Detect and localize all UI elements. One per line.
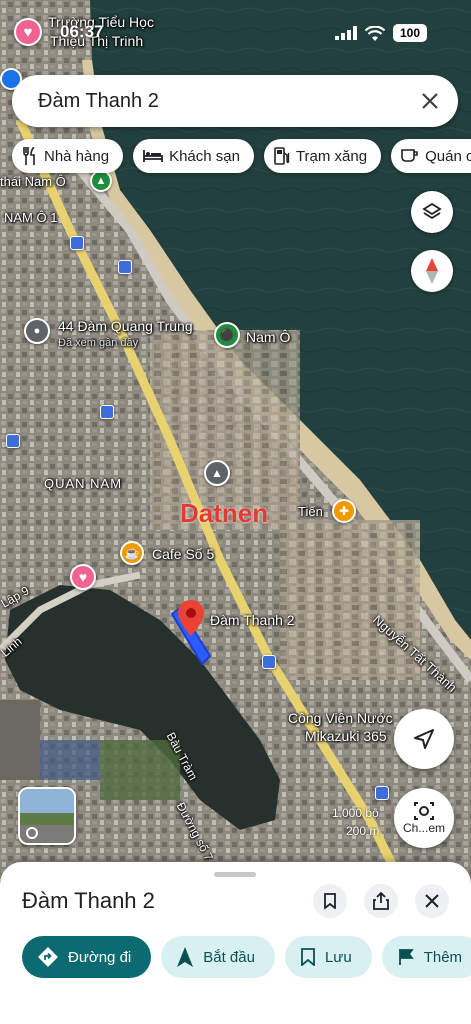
layers-button[interactable] [411,191,453,233]
gas-station-icon [274,147,290,165]
status-time: 06:37 [60,22,104,41]
map-label-dam-quang-trung[interactable]: 44 Đàm Quang Trung [58,318,193,334]
bookmark-icon [324,893,336,909]
camera-label: Ch...em [402,821,445,835]
save-bookmark-button[interactable] [313,884,347,918]
map-label-cafe[interactable]: Cafe Số 5 [152,546,214,562]
location-pin-icon[interactable] [178,600,204,636]
camera-icon [414,802,434,820]
restaurant-icon [23,147,35,165]
chip-hotels[interactable]: Khách sạn [133,139,254,173]
chip-restaurants[interactable]: Nhà hàng [12,139,124,173]
bus-stop-icon[interactable] [375,786,389,800]
status-bar: 06:37 100 [0,0,471,70]
save-label: Lưu [324,948,352,966]
map-label-cong-vien[interactable]: Công Viên Nước [288,710,393,726]
chip-gas-stations[interactable]: Trạm xăng [263,139,382,173]
bus-stop-icon[interactable] [70,236,84,250]
hotel-icon [143,150,163,162]
scale-top: 1.000 bộ [332,806,379,820]
street-view-image [20,789,74,843]
watermark-datnen: Datnen [180,498,269,528]
restaurant-icon[interactable]: ✚ [332,499,356,523]
directions-button[interactable]: Đường đi [22,936,152,978]
compass-button[interactable] [411,250,453,292]
school-icon[interactable]: ▲ [204,460,230,486]
search-bar[interactable]: Đàm Thanh 2 [12,75,458,127]
map-label-viewed: Đã xem gần đây [58,337,139,349]
share-icon [373,892,389,910]
layers-icon [422,202,442,220]
chip-label: Nhà hàng [44,147,110,165]
street-view-thumbnail[interactable] [18,787,76,845]
drag-handle[interactable] [214,872,256,877]
directions-label: Đường đi [68,948,132,966]
flag-icon [398,949,414,965]
more-label: Thêm [423,948,463,966]
bookmark-icon [301,948,315,966]
start-button[interactable]: Bắt đầu [161,936,275,978]
navigation-arrow-icon [414,729,434,749]
map-label-quan-nam: QUAN NAM [44,476,123,491]
close-sheet-button[interactable] [415,884,449,918]
map-label-pin: Đàm Thanh 2 [210,612,295,628]
map-label-nam-o-1: NAM Ô 1 [4,210,58,225]
start-label: Bắt đầu [203,948,255,966]
more-button[interactable]: Thêm [381,936,471,978]
scale-bottom: 200 m [346,824,380,838]
bus-stop-icon[interactable] [262,655,276,669]
map-label-tien[interactable]: Tiến [298,504,323,519]
signal-icon [335,26,357,40]
cafe-icon [401,149,418,162]
bus-stop-icon[interactable] [118,260,132,274]
category-chips: Nhà hàng Khách sạn Trạm xăng Quán c [12,139,471,173]
compass-icon [426,258,438,284]
hiking-icon[interactable]: ⚫ [214,322,240,348]
status-icons: 100 [335,24,427,42]
action-buttons: Đường đi Bắt đầu Lưu Thêm [22,936,471,978]
share-button[interactable] [364,884,398,918]
directions-icon [38,947,58,967]
chip-cafes[interactable]: Quán c [391,139,471,173]
close-icon[interactable] [408,79,452,123]
chip-label: Khách sạn [169,147,240,165]
bus-stop-icon[interactable] [100,405,114,419]
camera-search-button[interactable]: Ch...em [394,788,454,848]
map-scale: 1.000 bộ 200 m [308,806,379,838]
cafe-icon[interactable]: ☕ [120,541,144,565]
bus-stop-icon[interactable] [6,434,20,448]
search-input[interactable]: Đàm Thanh 2 [38,90,408,113]
map-label-sinh-thai: thái Nam Ô [0,174,66,189]
chip-label: Quán c [425,147,471,165]
close-icon [425,894,439,908]
place-bottom-sheet[interactable]: Đàm Thanh 2 Đường đi Bắt đầu Lưu Thêm [0,862,471,1024]
navigation-icon [177,947,194,967]
tree-icon[interactable]: ▲ [90,170,112,192]
map-label-nam-o[interactable]: Nam Ô [246,329,290,345]
map-label-mikazuki[interactable]: Mikazuki 365 [305,728,387,744]
my-location-button[interactable] [394,709,454,769]
place-title: Đàm Thanh 2 [22,888,155,913]
wifi-icon [365,25,385,41]
save-button[interactable]: Lưu [284,936,372,978]
heart-icon[interactable]: ♥ [70,564,96,590]
location-history-icon[interactable]: ● [24,318,50,344]
chip-label: Trạm xăng [295,147,368,165]
battery-indicator: 100 [393,24,427,42]
